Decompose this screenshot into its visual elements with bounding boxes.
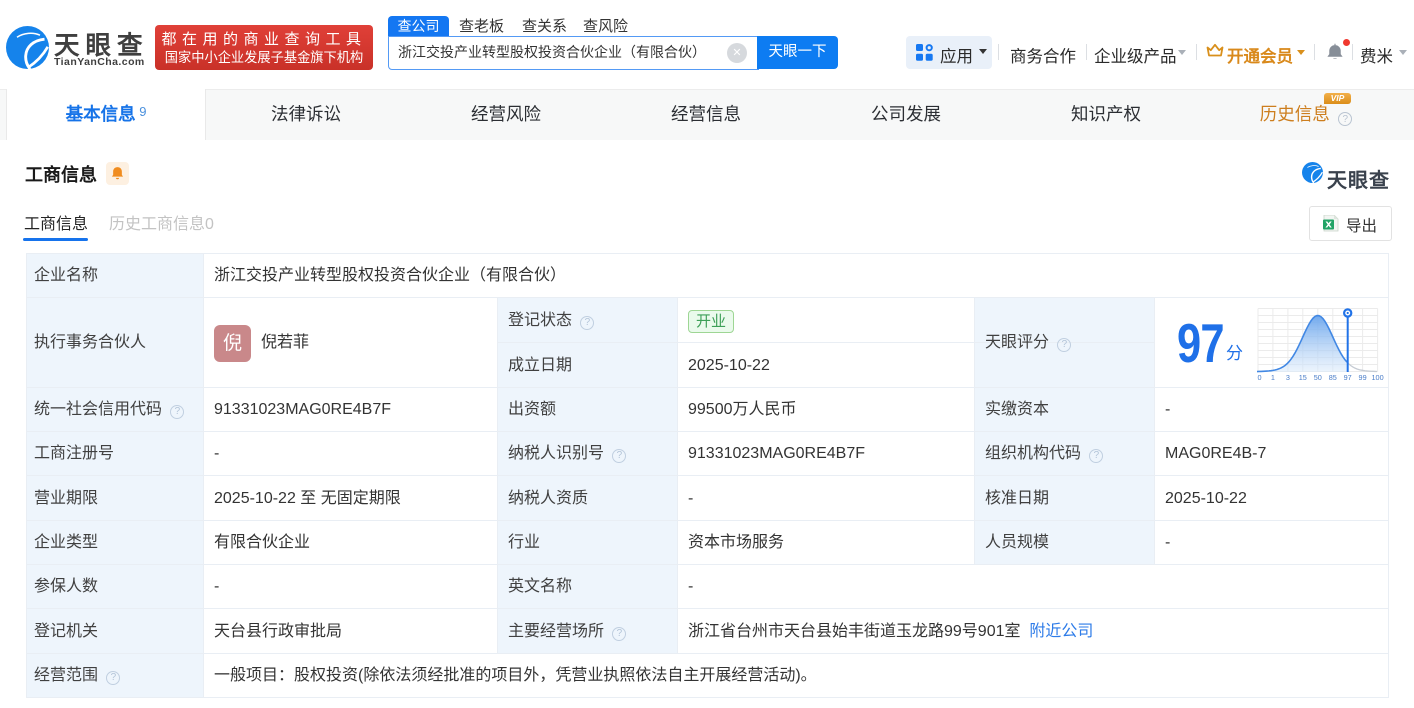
svg-text:0: 0 bbox=[1257, 373, 1261, 382]
svg-text:50: 50 bbox=[1314, 373, 1322, 382]
svg-text:85: 85 bbox=[1329, 373, 1337, 382]
svg-text:15: 15 bbox=[1299, 373, 1307, 382]
svg-text:99: 99 bbox=[1359, 373, 1367, 382]
svg-text:1: 1 bbox=[1271, 373, 1275, 382]
svg-text:3: 3 bbox=[1286, 373, 1290, 382]
svg-text:100: 100 bbox=[1372, 373, 1384, 382]
svg-text:97: 97 bbox=[1344, 373, 1352, 382]
